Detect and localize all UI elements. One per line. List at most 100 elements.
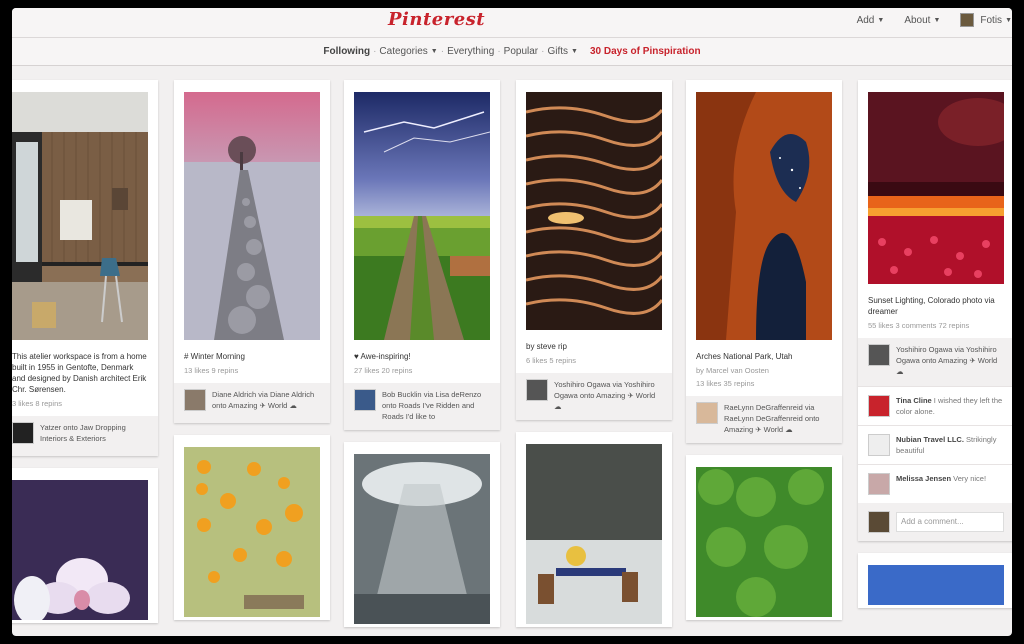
pin-attribution[interactable]: Bob Bucklin via Lisa deRenzo onto Roads … xyxy=(344,383,500,430)
pin-attribution-text: Yatzer onto Jaw Dropping Interiors & Ext… xyxy=(40,423,126,443)
pinner-avatar xyxy=(12,422,34,444)
browser-frame: Pinterest Add ▼ About ▼ Fotis ▼ Followin… xyxy=(12,8,1012,636)
pin-card[interactable]: Sunset Lighting, Colorado photo via drea… xyxy=(858,80,1012,541)
pin-card[interactable] xyxy=(12,468,158,624)
pin-card[interactable]: # Winter Morning 13 likes 9 repins Diane… xyxy=(174,80,330,423)
add-comment-input[interactable]: Add a comment... xyxy=(896,512,1004,532)
pin-stats: 13 likes 35 repins xyxy=(696,379,755,388)
pin-image-road[interactable] xyxy=(354,92,491,340)
pin-attribution-text: Bob Bucklin via Lisa deRenzo onto Roads … xyxy=(382,390,482,421)
pin-image-sunset-lightning[interactable] xyxy=(868,92,1012,284)
pin-card[interactable] xyxy=(344,442,500,627)
comment-item: Nubian Travel LLC. Strikingly beautiful xyxy=(858,425,1012,464)
add-menu-label: Add xyxy=(856,14,875,26)
pin-column: This atelier workspace is from a home bu… xyxy=(12,80,158,635)
chevron-down-icon: ▼ xyxy=(877,16,885,24)
commenter-name[interactable]: Tina Cline xyxy=(896,396,932,405)
pin-column: Sunset Lighting, Colorado photo via drea… xyxy=(858,80,1012,620)
commenter-avatar[interactable] xyxy=(868,395,890,417)
comment-item: Tina Cline I wished they left the color … xyxy=(858,386,1012,425)
chevron-down-icon: ▼ xyxy=(571,48,578,55)
pin-image-sunbeams[interactable] xyxy=(354,454,490,624)
pin-image-orchid[interactable] xyxy=(12,480,148,624)
pin-card[interactable]: by steve rip 6 likes 5 repins Yoshihiro … xyxy=(516,80,672,420)
category-nav: Following · Categories ▼ · Everything · P… xyxy=(12,38,1012,66)
pin-image-forest[interactable] xyxy=(696,467,832,617)
pin-attribution-text: Yoshihiro Ogawa via Yoshihiro Ogawa onto… xyxy=(554,380,656,411)
pin-card[interactable]: This atelier workspace is from a home bu… xyxy=(12,80,158,456)
add-comment-row: Add a comment... xyxy=(858,503,1012,541)
pin-attribution[interactable]: RaeLynn DeGraffenreid via RaeLynn DeGraf… xyxy=(686,396,842,443)
pin-attribution-text: RaeLynn DeGraffenreid via RaeLynn DeGraf… xyxy=(724,403,820,434)
about-menu-label: About xyxy=(904,14,931,26)
pin-attribution-text: Yoshihiro Ogawa via Yoshihiro Ogawa onto… xyxy=(896,345,998,376)
pin-card[interactable] xyxy=(516,432,672,627)
pin-card[interactable] xyxy=(686,455,842,620)
pinner-avatar xyxy=(526,379,548,401)
pin-board: This atelier workspace is from a home bu… xyxy=(12,72,1012,636)
pin-card[interactable] xyxy=(858,553,1012,608)
about-menu[interactable]: About ▼ xyxy=(904,15,940,26)
pin-card[interactable]: Arches National Park, Utah by Marcel van… xyxy=(686,80,842,443)
pin-attribution[interactable]: Diane Aldrich via Diane Aldrich onto Ama… xyxy=(174,383,330,423)
pin-image-arches[interactable] xyxy=(696,92,832,340)
nav-popular[interactable]: Popular xyxy=(501,46,541,57)
pinterest-logo[interactable]: Pinterest xyxy=(388,9,485,30)
pin-stats: 6 likes 5 repins xyxy=(526,356,577,365)
comment-text: Very nice! xyxy=(953,474,987,483)
pinner-avatar xyxy=(868,344,890,366)
pin-stats: 13 likes 9 repins xyxy=(184,366,239,375)
top-nav: Add ▼ About ▼ Fotis ▼ xyxy=(837,13,1012,27)
commenter-avatar[interactable] xyxy=(868,434,890,456)
pin-attribution[interactable]: Yoshihiro Ogawa via Yoshihiro Ogawa onto… xyxy=(516,373,672,420)
pinner-avatar xyxy=(696,402,718,424)
pinner-avatar xyxy=(354,389,376,411)
pin-description: Sunset Lighting, Colorado photo via drea… xyxy=(868,296,995,316)
add-menu[interactable]: Add ▼ xyxy=(857,15,885,26)
comment-body: Tina Cline I wished they left the color … xyxy=(896,395,1004,417)
comment-item: Melissa Jensen Very nice! xyxy=(858,464,1012,503)
pin-image-flowers[interactable] xyxy=(184,447,320,617)
pin-stats: 3 likes 8 repins xyxy=(12,399,63,408)
nav-pinspiration[interactable]: 30 Days of Pinspiration xyxy=(587,46,704,57)
nav-everything[interactable]: Everything xyxy=(444,46,497,57)
pin-image-winter[interactable] xyxy=(184,92,320,340)
pin-column: ♥ Awe-inspiring! 27 likes 20 repins Bob … xyxy=(344,80,500,636)
pin-stats: 27 likes 20 repins xyxy=(354,366,413,375)
commenter-name[interactable]: Melissa Jensen xyxy=(896,474,951,483)
pin-via[interactable]: by Marcel van Oosten xyxy=(696,366,832,379)
commenter-name[interactable]: Nubian Travel LLC. xyxy=(896,435,964,444)
pin-attribution[interactable]: Yatzer onto Jaw Dropping Interiors & Ext… xyxy=(12,416,158,456)
pin-description: # Winter Morning xyxy=(184,352,245,361)
nav-gifts[interactable]: Gifts ▼ xyxy=(544,46,581,57)
pin-column: by steve rip 6 likes 5 repins Yoshihiro … xyxy=(516,80,672,636)
pin-description: Arches National Park, Utah xyxy=(696,352,793,361)
pin-card[interactable] xyxy=(174,435,330,620)
nav-categories-label: Categories xyxy=(379,46,428,57)
user-avatar xyxy=(960,13,975,27)
user-menu[interactable]: Fotis ▼ xyxy=(960,13,1012,27)
commenter-avatar[interactable] xyxy=(868,473,890,495)
pin-image-blue-sky[interactable] xyxy=(868,565,1004,605)
pin-card[interactable]: ♥ Awe-inspiring! 27 likes 20 repins Bob … xyxy=(344,80,500,430)
chevron-down-icon: ▼ xyxy=(933,16,941,24)
chevron-down-icon: ▼ xyxy=(430,48,438,55)
nav-following[interactable]: Following xyxy=(320,46,373,57)
pin-image-workspace[interactable] xyxy=(12,92,148,340)
pin-image-canyon-dinner[interactable] xyxy=(526,444,662,624)
pin-attribution-text: Diane Aldrich via Diane Aldrich onto Ama… xyxy=(212,390,315,410)
pin-description: by steve rip xyxy=(526,342,567,351)
pinner-avatar xyxy=(184,389,206,411)
comment-body: Melissa Jensen Very nice! xyxy=(896,473,986,484)
user-menu-label: Fotis xyxy=(980,14,1003,26)
pin-column: Arches National Park, Utah by Marcel van… xyxy=(686,80,842,632)
pin-image-terraces[interactable] xyxy=(525,92,664,330)
pin-description: This atelier workspace is from a home bu… xyxy=(12,352,147,394)
nav-gifts-label: Gifts xyxy=(547,46,569,57)
comment-body: Nubian Travel LLC. Strikingly beautiful xyxy=(896,434,1004,456)
chevron-down-icon: ▼ xyxy=(1005,16,1012,24)
top-bar: Pinterest Add ▼ About ▼ Fotis ▼ xyxy=(12,8,1012,38)
user-avatar xyxy=(868,511,890,533)
pin-attribution[interactable]: Yoshihiro Ogawa via Yoshihiro Ogawa onto… xyxy=(858,338,1012,386)
nav-categories[interactable]: Categories ▼ xyxy=(376,46,440,57)
